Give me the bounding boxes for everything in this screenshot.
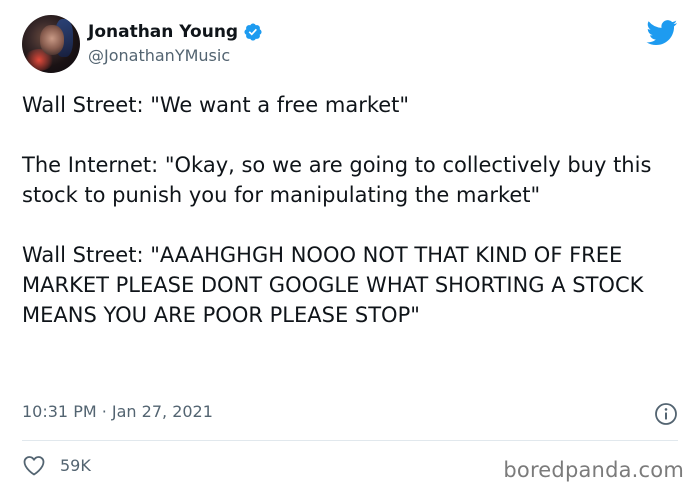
divider [22, 440, 678, 441]
verified-badge-icon [243, 22, 263, 42]
like-count: 59K [60, 455, 91, 475]
tweet-text: Wall Street: "We want a free market" The… [22, 90, 672, 330]
watermark: boredpanda.com [503, 458, 684, 482]
tweet-paragraph: Wall Street: "We want a free market" [22, 93, 410, 117]
author-handle[interactable]: @JonathanYMusic [88, 46, 230, 65]
info-icon[interactable] [654, 402, 678, 426]
display-name[interactable]: Jonathan Young [88, 22, 238, 42]
tweet-paragraph: Wall Street: "AAAHGHGH NOOO NOT THAT KIN… [22, 243, 644, 327]
avatar[interactable] [22, 15, 80, 73]
tweet-timestamp[interactable]: 10:31 PM · Jan 27, 2021 [22, 402, 213, 421]
heart-icon[interactable] [22, 454, 46, 476]
twitter-bird-icon[interactable] [646, 20, 678, 46]
like-button[interactable]: 59K [22, 454, 91, 476]
avatar-face [40, 25, 64, 55]
tweet-paragraph: The Internet: "Okay, so we are going to … [22, 153, 652, 207]
author-name-row: Jonathan Young [88, 22, 263, 42]
